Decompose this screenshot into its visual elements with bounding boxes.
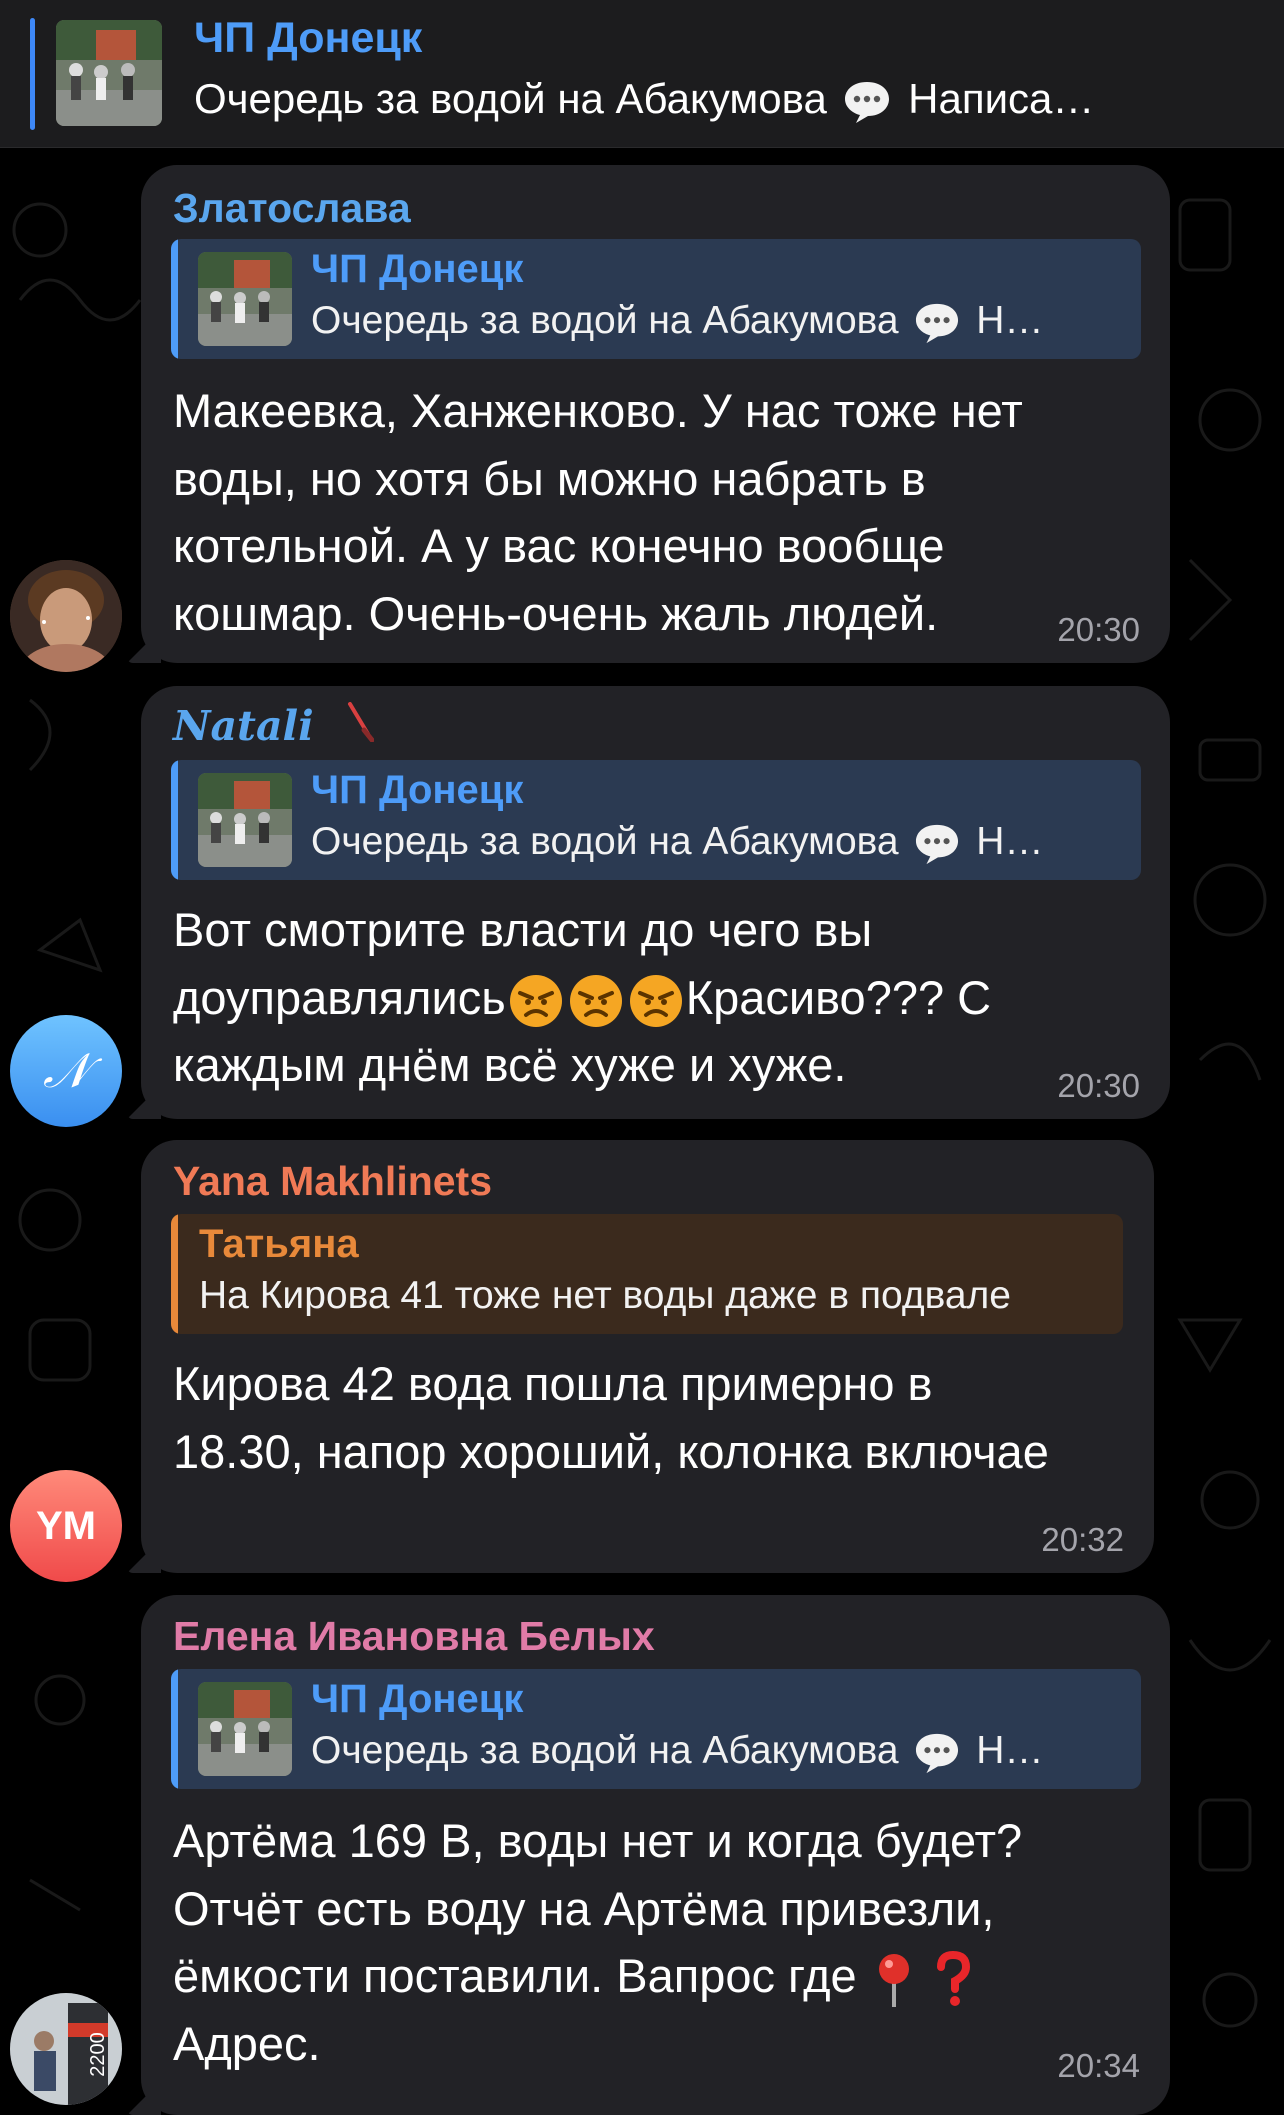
- message-time: 20:30: [1057, 611, 1140, 648]
- paintbrush-icon: [347, 702, 375, 743]
- reply-title: ЧП Донецк: [311, 768, 524, 812]
- reply-text-tail: Н…: [976, 1729, 1044, 1772]
- round-pushpin-icon: [878, 1953, 909, 2007]
- pinned-title: ЧП Донецк: [194, 14, 423, 62]
- reply-title: ЧП Донецк: [311, 247, 524, 291]
- message-time: 20:32: [1041, 1521, 1124, 1558]
- reply-preview[interactable]: ЧП Донецк Очередь за водой на Абакумова …: [171, 239, 1141, 359]
- message-text: Артёма 169 В, воды нет и когда будет? От…: [173, 1807, 1133, 2077]
- reply-text: На Кирова 41 тоже нет воды даже в подвал…: [199, 1274, 1011, 1317]
- pinned-preview: Очередь за водой на Абакумова Написа…: [194, 75, 1094, 125]
- reply-text: Очередь за водой на Абакумова Н…: [311, 299, 1043, 345]
- reply-accent-line: [171, 239, 178, 359]
- sender-name[interactable]: Златослава: [173, 185, 411, 232]
- message-text: Макеевка, Ханженково. У нас тоже нет вод…: [173, 384, 1023, 640]
- speech-balloon-icon: [916, 1733, 959, 1773]
- reply-text-main: Очередь за водой на Абакумова: [311, 820, 899, 863]
- sender-name[interactable]: Natali: [173, 702, 375, 750]
- avatar-letter: 𝒩: [43, 1042, 89, 1099]
- sender-name[interactable]: Елена Ивановна Белых: [173, 1613, 655, 1660]
- reply-text-main: Очередь за водой на Абакумова: [311, 1729, 899, 1772]
- message-time: 20:30: [1057, 1067, 1140, 1104]
- reply-text-main: Очередь за водой на Абакумова: [311, 299, 899, 342]
- reply-preview[interactable]: ЧП Донецк Очередь за водой на Абакумова …: [171, 760, 1141, 880]
- pinned-accent-line: [30, 18, 35, 130]
- speech-balloon-icon: [845, 81, 890, 123]
- avatar-sign-text: 2200: [86, 2032, 109, 2077]
- reply-thumbnail: [198, 252, 292, 346]
- reply-title: Татьяна: [199, 1222, 359, 1266]
- angry-face-icon: [509, 975, 562, 1028]
- message-text: Кирова 42 вода пошла примерно в 18.30, н…: [173, 1357, 1049, 1478]
- reply-text: Очередь за водой на Абакумова Н…: [311, 1729, 1043, 1775]
- avatar[interactable]: YM: [10, 1470, 122, 1582]
- avatar[interactable]: [10, 560, 122, 672]
- reply-accent-line: [171, 1214, 178, 1334]
- message-bubble[interactable]: Елена Ивановна Белых ЧП Донецк Очередь з…: [127, 1595, 1170, 2115]
- reply-text: Очередь за водой на Абакумова Н…: [311, 820, 1043, 866]
- message-text-part: Адрес.: [173, 2016, 321, 2070]
- pinned-preview-tail: Написа…: [908, 75, 1095, 122]
- reply-text-tail: Н…: [976, 820, 1044, 863]
- avatar-initials: YM: [36, 1503, 96, 1548]
- question-mark-icon: [936, 1950, 970, 2006]
- message-bubble[interactable]: Златослава ЧП Донецк Очередь за водой на…: [127, 165, 1170, 663]
- message-time: 20:34: [1057, 2047, 1140, 2084]
- reply-title: ЧП Донецк: [311, 1677, 524, 1721]
- pinned-message-bar[interactable]: ЧП Донецк Очередь за водой на Абакумова …: [0, 0, 1284, 148]
- angry-face-icon: [569, 975, 622, 1028]
- sender-name-text: Natali: [173, 702, 314, 750]
- message-bubble[interactable]: Natali ЧП Донецк Очередь за водой на Аба…: [127, 686, 1170, 1119]
- avatar[interactable]: 𝒩: [10, 1015, 122, 1127]
- message-text: Вот смотрите власти до чего вы доуправля…: [173, 896, 1133, 1099]
- pinned-thumbnail: [56, 20, 162, 126]
- reply-accent-line: [171, 760, 178, 880]
- message-bubble[interactable]: Yana Makhlinets Татьяна На Кирова 41 тож…: [127, 1140, 1154, 1573]
- sender-name[interactable]: Yana Makhlinets: [173, 1158, 492, 1205]
- reply-thumbnail: [198, 1682, 292, 1776]
- reply-thumbnail: [198, 773, 292, 867]
- pinned-preview-text: Очередь за водой на Абакумова: [194, 75, 827, 122]
- angry-face-icon: [629, 975, 682, 1028]
- speech-balloon-icon: [916, 303, 959, 343]
- avatar[interactable]: 2200: [10, 1993, 122, 2105]
- reply-accent-line: [171, 1669, 178, 1789]
- reply-preview[interactable]: Татьяна На Кирова 41 тоже нет воды даже …: [171, 1214, 1123, 1334]
- speech-balloon-icon: [916, 824, 959, 864]
- reply-preview[interactable]: ЧП Донецк Очередь за водой на Абакумова …: [171, 1669, 1141, 1789]
- reply-text-tail: Н…: [976, 299, 1044, 342]
